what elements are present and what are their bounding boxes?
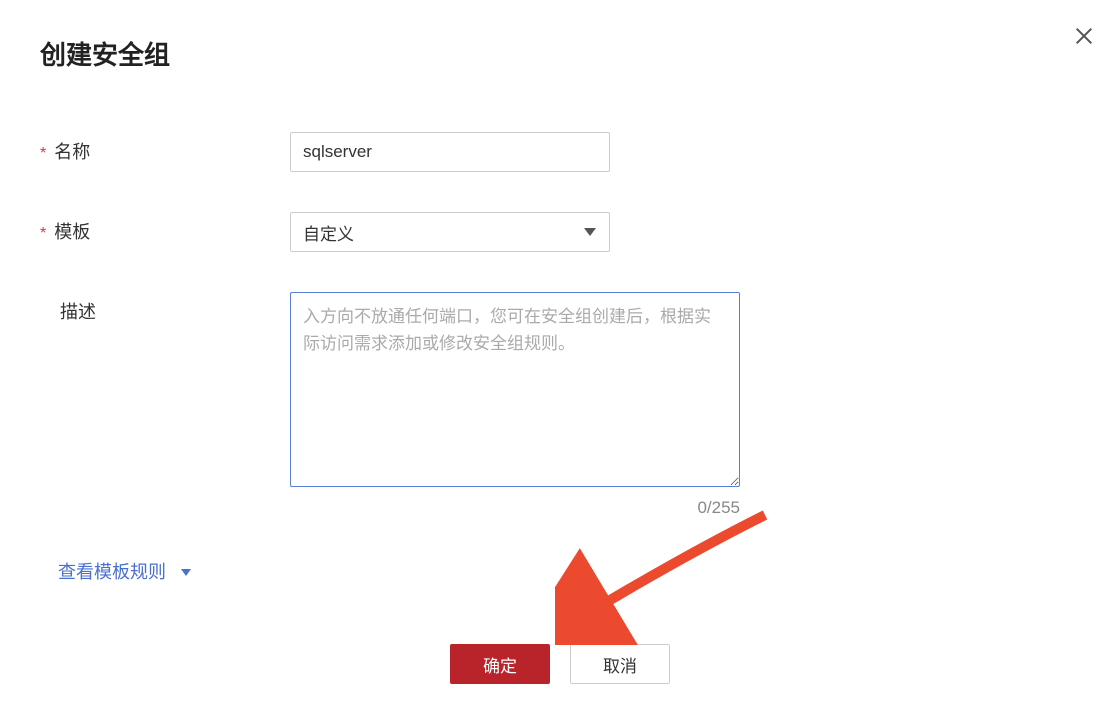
- modal-title: 创建安全组: [40, 35, 1080, 72]
- template-select[interactable]: 自定义: [290, 212, 610, 252]
- view-rules-label: 查看模板规则: [58, 558, 166, 584]
- description-label: 描述: [60, 298, 96, 324]
- description-label-wrap: 描述: [40, 292, 290, 324]
- name-label-wrap: * 名称: [40, 132, 290, 164]
- form-row-description: 描述 0/255: [40, 292, 1080, 518]
- form-row-name: * 名称: [40, 132, 1080, 172]
- close-icon: [1073, 25, 1095, 47]
- close-button[interactable]: [1073, 25, 1095, 52]
- name-input[interactable]: [290, 132, 610, 172]
- name-label: 名称: [54, 138, 90, 164]
- view-template-rules-link[interactable]: 查看模板规则: [58, 558, 192, 584]
- create-security-group-modal: 创建安全组 * 名称 * 模板 自定义: [0, 0, 1120, 724]
- form-row-template: * 模板 自定义: [40, 212, 1080, 252]
- template-control: 自定义: [290, 212, 610, 252]
- template-selected-value: 自定义: [303, 220, 354, 245]
- description-textarea[interactable]: [290, 292, 740, 487]
- template-label: 模板: [54, 218, 90, 244]
- caret-down-icon: [180, 561, 192, 582]
- confirm-button[interactable]: 确定: [450, 644, 550, 684]
- required-mark: *: [40, 145, 46, 163]
- name-control: [290, 132, 610, 172]
- template-label-wrap: * 模板: [40, 212, 290, 244]
- required-mark: *: [40, 225, 46, 243]
- button-row: 确定 取消: [40, 644, 1080, 684]
- cancel-button[interactable]: 取消: [570, 644, 670, 684]
- description-control: 0/255: [290, 292, 740, 518]
- char-counter: 0/255: [290, 498, 740, 518]
- caret-down-icon: [583, 222, 597, 242]
- view-rules-row: 查看模板规则: [40, 558, 1080, 584]
